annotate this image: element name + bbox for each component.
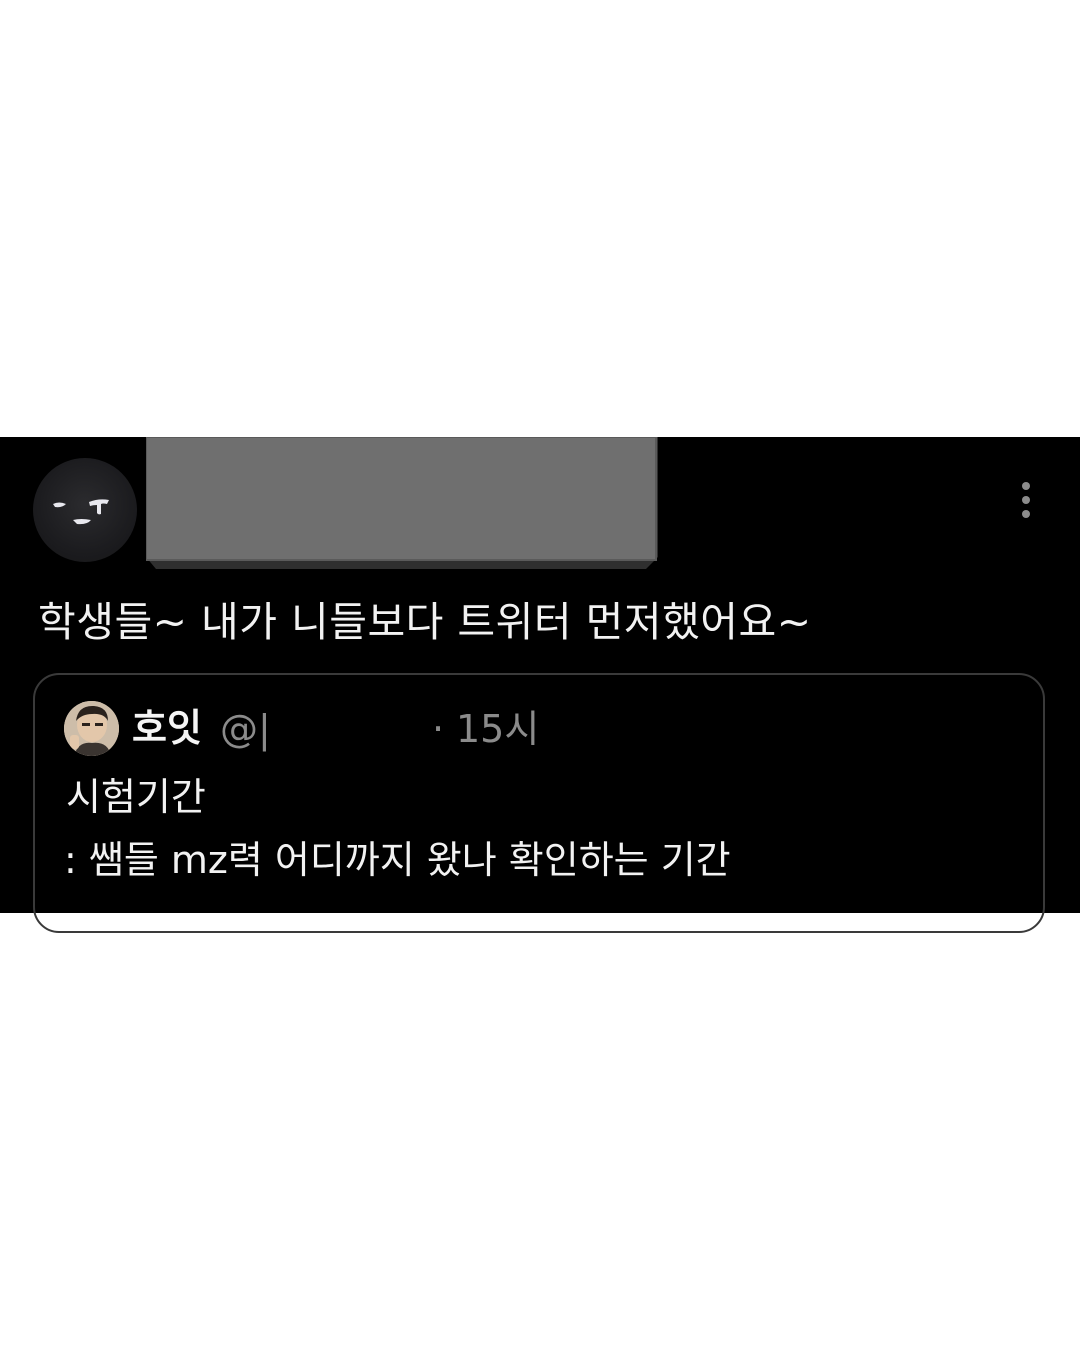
- quoted-display-name[interactable]: 호잇: [132, 702, 202, 754]
- tweet-text: 학생들~ 내가 니들보다 트위터 먼저했어요~: [38, 598, 812, 646]
- more-dot-icon: [1022, 496, 1030, 504]
- quoted-user-avatar[interactable]: [64, 701, 119, 756]
- redacted-name-block: [146, 437, 658, 569]
- user-avatar-photo: [64, 701, 119, 756]
- quoted-timestamp[interactable]: 15시: [456, 703, 539, 755]
- more-dot-icon: [1022, 510, 1030, 518]
- quoted-text-line2: : 쌤들 mz력 어디까지 왔나 확인하는 기간: [64, 838, 731, 882]
- more-options-button[interactable]: [1014, 482, 1038, 518]
- quoted-handle[interactable]: @|: [220, 703, 271, 755]
- more-dot-icon: [1022, 482, 1030, 490]
- avatar-icon: [53, 499, 109, 525]
- user-avatar[interactable]: [33, 458, 137, 562]
- meta-separator: ·: [432, 707, 445, 751]
- quoted-text-line1: 시험기간: [66, 775, 206, 819]
